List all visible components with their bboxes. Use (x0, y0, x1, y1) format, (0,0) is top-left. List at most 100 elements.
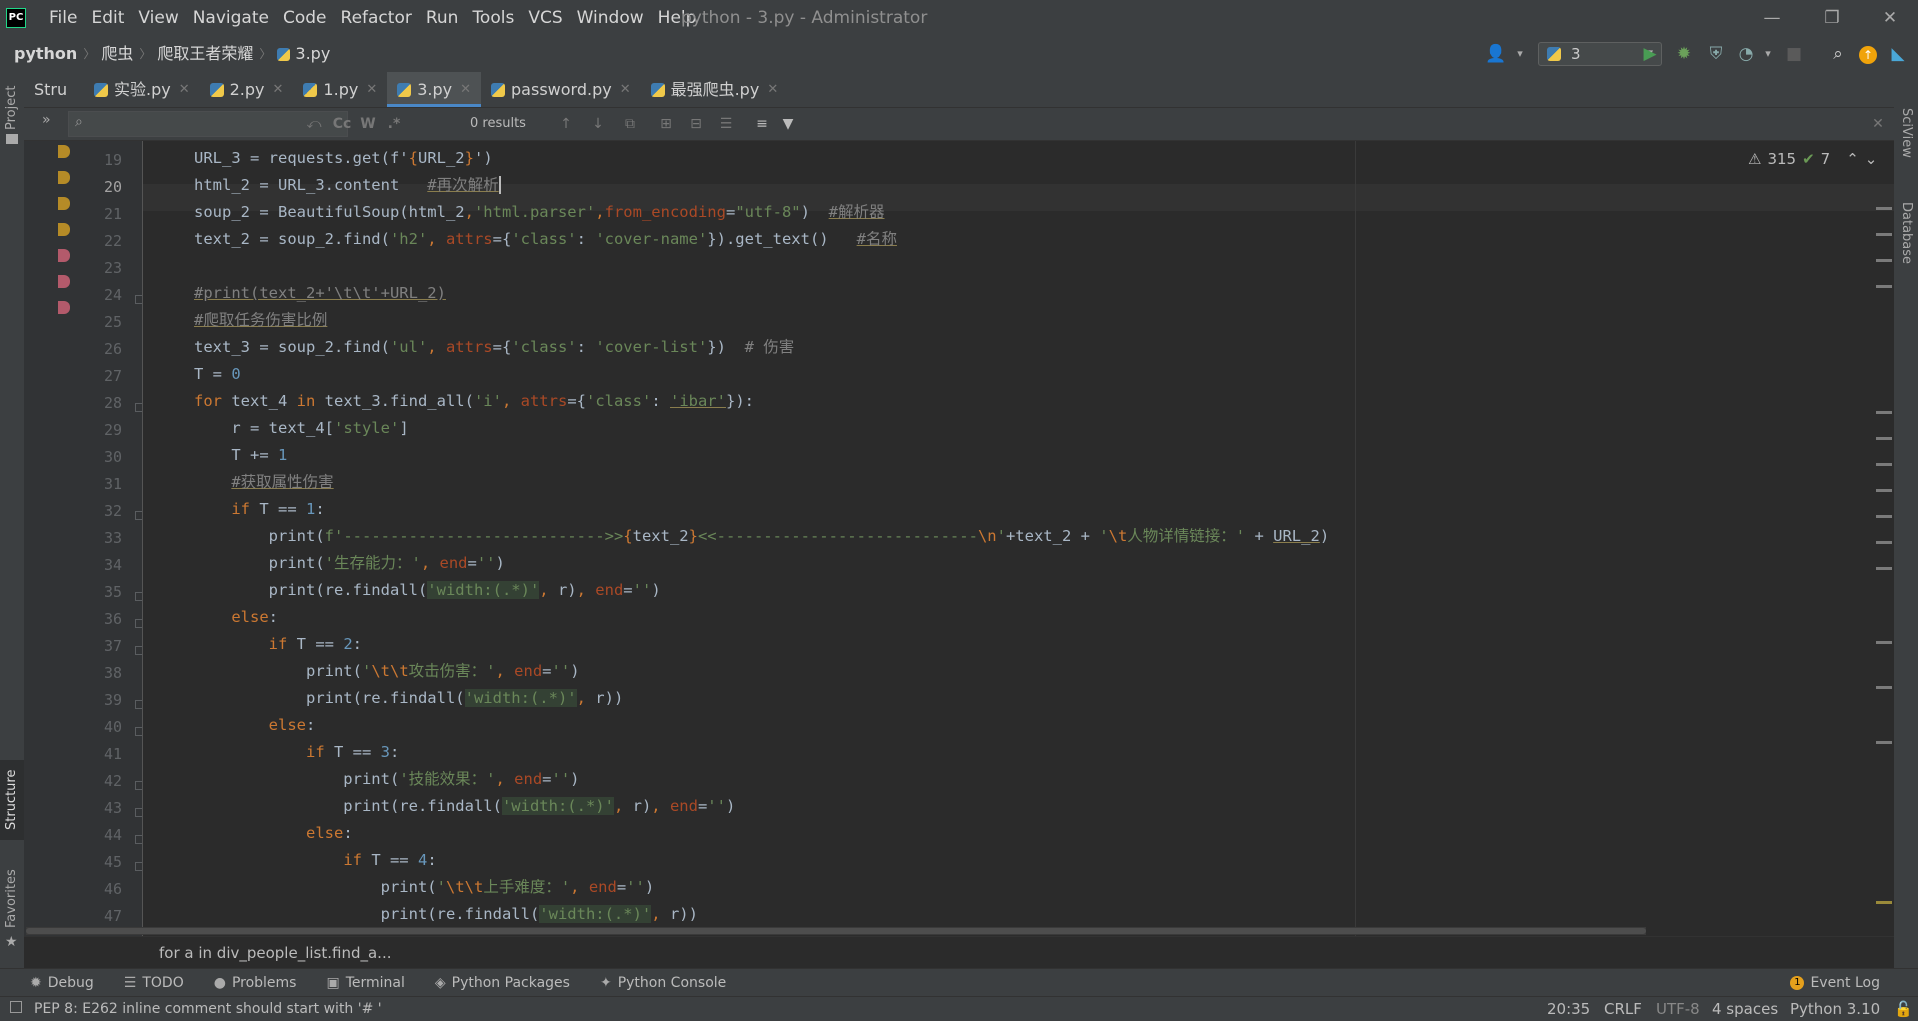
tab-password[interactable]: password.py ✕ (481, 72, 641, 107)
breadcrumb-file[interactable]: 3.py (295, 36, 330, 72)
fold-marker-icon[interactable] (135, 781, 142, 790)
lock-icon[interactable]: 🔓 (1894, 997, 1913, 1021)
fold-marker-icon[interactable] (135, 808, 142, 817)
search-history-icon[interactable]: ⤺ (302, 112, 326, 136)
line-number-gutter[interactable]: 19 20 21 22 23 24 25 26 27 28 29 30 31 3… (24, 141, 143, 936)
close-tab-icon[interactable]: ✕ (179, 72, 190, 107)
coverage-icon[interactable]: ⛨ (1704, 42, 1728, 66)
tab-2py[interactable]: 2.py ✕ (200, 72, 294, 107)
open-in-window-icon[interactable]: ⧉ (618, 112, 642, 136)
fold-marker-icon[interactable] (135, 403, 142, 412)
structure-tool-button[interactable]: Structure (4, 770, 19, 830)
menu-vcs[interactable]: VCS (521, 0, 569, 36)
fold-marker-icon[interactable] (135, 862, 142, 871)
tab-3py[interactable]: 3.py ✕ (387, 72, 482, 107)
scrollbar-thumb[interactable] (26, 928, 1646, 934)
menu-tools[interactable]: Tools (465, 0, 521, 36)
tab-1py[interactable]: 1.py ✕ (293, 72, 387, 107)
expand-replace-icon[interactable]: » (42, 112, 51, 128)
python-console-tool-button[interactable]: ✦ Python Console (600, 969, 726, 997)
menu-window[interactable]: Window (570, 0, 651, 36)
close-icon[interactable]: ✕ (1870, 0, 1910, 36)
update-icon[interactable]: ↑ (1856, 42, 1880, 66)
close-tab-icon[interactable]: ✕ (620, 72, 631, 107)
chevron-down-icon[interactable]: ▾ (1508, 42, 1532, 66)
close-tab-icon[interactable]: ✕ (767, 72, 778, 107)
previous-highlight-icon[interactable]: ⌃ (1846, 150, 1859, 168)
problems-tool-button[interactable]: ● Problems (214, 969, 297, 997)
select-all-occurrences-icon[interactable]: ☰ (714, 112, 738, 136)
menu-code[interactable]: Code (276, 0, 334, 36)
whole-words-toggle[interactable]: W (356, 112, 380, 136)
stop-icon[interactable]: ■ (1782, 42, 1806, 66)
info-icon: ● (213, 975, 226, 991)
inspection-widget[interactable]: ⚠ 315 ✔ 7 ⌃ ⌄ (1748, 150, 1877, 168)
favorites-tool-button[interactable]: Favorites (4, 869, 19, 928)
fold-marker-icon[interactable] (135, 619, 142, 628)
python-packages-tool-button[interactable]: ◈ Python Packages (435, 969, 570, 997)
fold-marker-icon[interactable] (135, 646, 142, 655)
close-tab-icon[interactable]: ✕ (366, 72, 377, 107)
database-tool-button[interactable]: Database (1899, 202, 1914, 264)
user-icon[interactable]: 👤 (1484, 42, 1508, 66)
line-separator[interactable]: CRLF (1604, 997, 1642, 1021)
menu-navigate[interactable]: Navigate (186, 0, 276, 36)
code-breadcrumb-item[interactable]: for a in div_people_list.find_a... (159, 937, 391, 969)
code-line-29: r = text_4['style'] (194, 419, 409, 437)
fold-marker-icon[interactable] (135, 511, 142, 520)
fold-marker-icon[interactable] (135, 295, 142, 304)
regex-toggle[interactable]: .* (382, 112, 406, 136)
filter-icon[interactable]: ▼ (776, 112, 800, 136)
debug-tool-button[interactable]: ✹ Debug (30, 969, 94, 997)
python-interpreter[interactable]: Python 3.10 (1790, 997, 1880, 1021)
caret-position[interactable]: 20:35 (1547, 997, 1590, 1021)
menu-file[interactable]: File (42, 0, 84, 36)
tool-windows-toggle-icon[interactable] (10, 1001, 22, 1013)
breadcrumb-folder[interactable]: 爬虫 (101, 36, 133, 72)
menu-refactor[interactable]: Refactor (334, 0, 419, 36)
previous-occurrence-icon[interactable]: ↑ (554, 112, 578, 136)
minimize-icon[interactable]: — (1752, 0, 1792, 36)
fold-marker-icon[interactable] (135, 835, 142, 844)
more-run-chevron-icon[interactable]: ▾ (1756, 42, 1780, 66)
terminal-tool-button[interactable]: ▣ Terminal (326, 969, 404, 997)
fold-marker-icon[interactable] (135, 592, 142, 601)
run-icon[interactable]: ▶ (1638, 42, 1662, 66)
close-tab-icon[interactable]: ✕ (460, 72, 471, 107)
add-occurrence-icon[interactable]: ⊞ (654, 112, 678, 136)
sciview-tool-button[interactable]: SciView (1899, 108, 1914, 158)
next-occurrence-icon[interactable]: ↓ (586, 112, 610, 136)
restore-icon[interactable]: ❐ (1812, 0, 1852, 36)
search-icon[interactable]: ⌕ (1826, 42, 1850, 66)
match-case-toggle[interactable]: Cc (330, 112, 354, 136)
remove-occurrence-icon[interactable]: ⊟ (684, 112, 708, 136)
close-tab-icon[interactable]: ✕ (273, 72, 284, 107)
tab-experiment[interactable]: 实验.py ✕ (84, 72, 200, 107)
menu-edit[interactable]: Edit (84, 0, 131, 36)
breadcrumb-subfolder[interactable]: 爬取王者荣耀 (157, 36, 253, 72)
filter-options-icon[interactable]: ≡ (750, 112, 774, 136)
structure-tab[interactable]: Stru (24, 72, 84, 107)
indent-setting[interactable]: 4 spaces (1712, 997, 1778, 1021)
layers-icon: ◈ (434, 975, 446, 991)
breadcrumb-project[interactable]: python (14, 36, 77, 72)
menu-run[interactable]: Run (419, 0, 466, 36)
jetbrains-toolbox-icon[interactable]: ◣ (1886, 42, 1910, 66)
menu-view[interactable]: View (131, 0, 185, 36)
code-editor[interactable]: URL_3 = requests.get(f'{URL_2}') html_2 … (143, 141, 1894, 936)
file-encoding[interactable]: UTF-8 (1656, 997, 1700, 1021)
event-log-button[interactable]: 1 Event Log (1790, 969, 1880, 997)
todo-tool-button[interactable]: ☰ TODO (124, 969, 184, 997)
error-stripe[interactable] (1876, 141, 1892, 936)
close-find-icon[interactable]: ✕ (1866, 112, 1890, 136)
line-number: 27 (103, 367, 122, 385)
fold-marker-icon[interactable] (135, 700, 142, 709)
horizontal-scrollbar[interactable] (26, 927, 1646, 935)
tab-label: 1.py (323, 80, 359, 99)
debug-icon[interactable]: ✹ (1672, 42, 1696, 66)
line-number: 40 (103, 718, 122, 736)
profile-icon[interactable]: ◔ (1734, 42, 1758, 66)
project-tool-button[interactable]: Project (4, 86, 19, 130)
tab-strongest-crawler[interactable]: 最强爬虫.py ✕ (641, 72, 789, 107)
fold-marker-icon[interactable] (135, 727, 142, 736)
